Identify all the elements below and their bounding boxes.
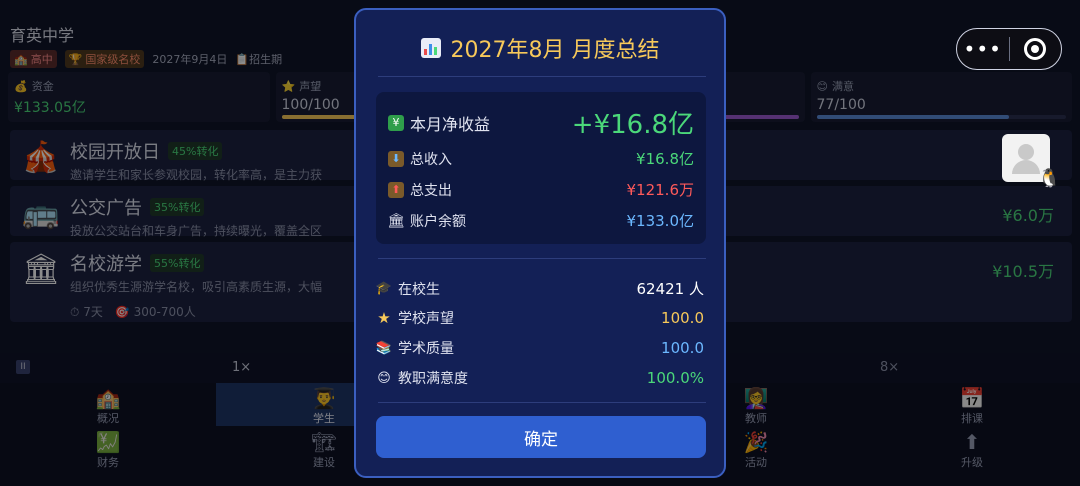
monthly-summary-modal: 2027年8月 月度总结 ¥ 本月净收益 +¥16.8亿 ⬇ 总收入 ¥16.8亿 … [354, 8, 726, 478]
books-icon: 📚 [375, 340, 393, 356]
divider [378, 402, 706, 403]
target-icon [1024, 38, 1047, 60]
modal-title: 2027年8月 月度总结 [356, 32, 724, 64]
star-icon: ★ [377, 309, 391, 327]
staff-satisfaction-row: 😊 教职满意度 100.0% [377, 369, 704, 387]
smile-icon: 😊 [377, 370, 391, 386]
finance-panel: ¥ 本月净收益 +¥16.8亿 ⬇ 总收入 ¥16.8亿 ⬆ 总支出 ¥121.6万 … [376, 92, 706, 244]
bar-chart-icon [420, 38, 441, 58]
inbox-icon: ⬇ [388, 150, 404, 167]
expense-row: ⬆ 总支出 ¥121.6万 [388, 179, 694, 200]
miniprogram-capsule: ••• [956, 28, 1062, 70]
outbox-icon: ⬆ [388, 181, 404, 198]
divider [378, 258, 706, 259]
divider [378, 76, 706, 77]
close-miniprogram-button[interactable] [1009, 38, 1061, 60]
penguin-icon: 🐧 [1038, 168, 1061, 189]
net-income-row: ¥ 本月净收益 +¥16.8亿 [388, 104, 694, 141]
reputation-row: ★ 学校声望 100.0 [377, 309, 704, 327]
chart-increase-icon: ¥ [388, 114, 404, 131]
confirm-button[interactable]: 确定 [376, 416, 706, 458]
bank-icon: 🏛 [387, 212, 405, 229]
more-menu-button[interactable]: ••• [957, 37, 1009, 61]
enrollment-row: 🎓 在校生 62421 人 [375, 280, 704, 298]
academic-quality-row: 📚 学术质量 100.0 [375, 339, 704, 357]
income-row: ⬇ 总收入 ¥16.8亿 [388, 148, 694, 169]
game-screen: 育英中学 🏫 高中 🏆 国家级名校 2027年9月4日 📋招生期 💰 资金 ¥133.… [0, 0, 1080, 486]
balance-row: 🏛 账户余额 ¥133.0亿 [387, 212, 694, 230]
graduation-cap-icon: 🎓 [375, 281, 393, 296]
